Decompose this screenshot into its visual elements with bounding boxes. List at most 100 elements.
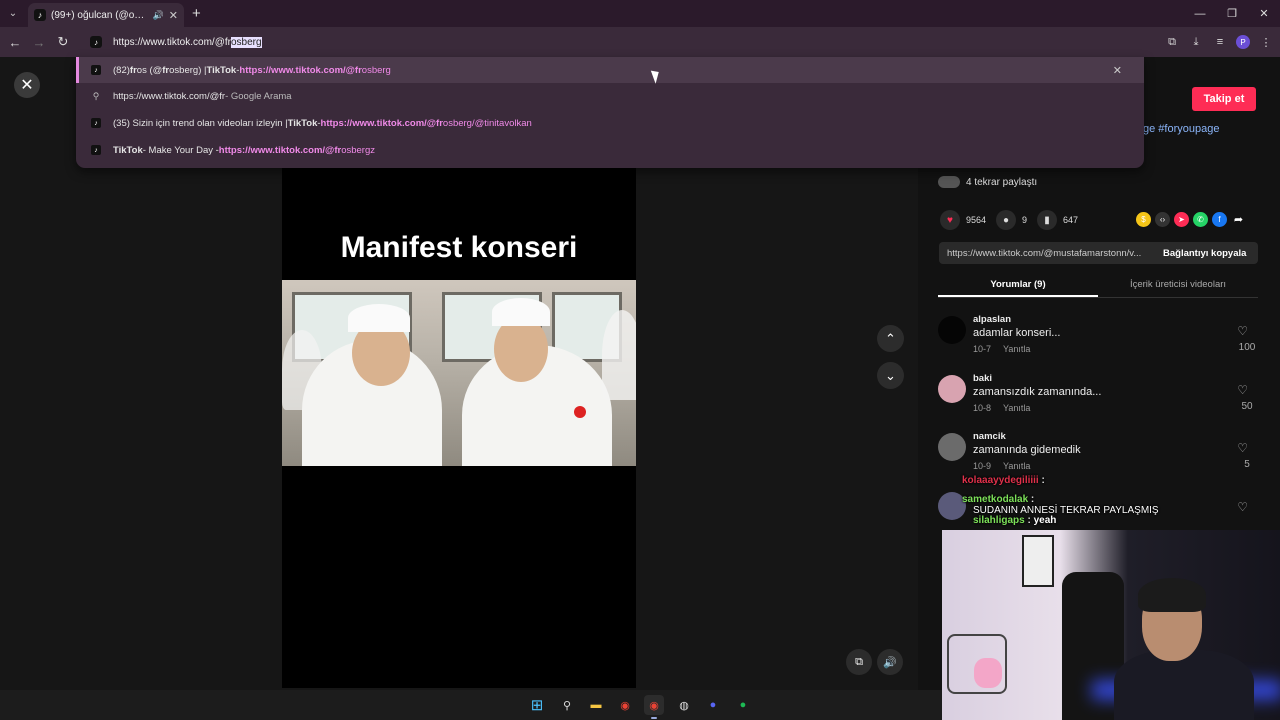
back-icon[interactable]: ← <box>3 35 27 50</box>
chat-username: silahligaps <box>973 515 1025 526</box>
suggestion-item[interactable]: ♪ (82) fr os (@ fr osberg) | TikTok - https… <box>76 57 1144 83</box>
floating-player-icon[interactable]: ⧉ <box>846 649 872 675</box>
comment-count: 9 <box>1022 215 1028 225</box>
share-arrow-icon[interactable]: ➦ <box>1231 212 1246 227</box>
copy-link-button[interactable]: Bağlantıyı kopyala <box>1163 248 1246 259</box>
coin-icon[interactable]: $ <box>1136 212 1151 227</box>
repost-avatars <box>938 176 960 188</box>
close-tab-icon[interactable]: ✕ <box>169 9 178 22</box>
video-link-url: https://www.tiktok.com/@mustafamarstonn/… <box>947 247 1142 259</box>
save-button[interactable]: ▮ 647 <box>1037 210 1078 230</box>
webcam-overlay-image <box>942 530 1280 720</box>
heart-outline-icon[interactable]: ♡ <box>1237 324 1248 338</box>
comment-meta: 10-7 Yanıtla <box>973 344 1030 354</box>
toolbar-actions: ⧉ ⤓ ≡ P ⋮ <box>1164 27 1274 57</box>
reply-button[interactable]: Yanıtla <box>1003 344 1030 354</box>
chat-username: sametkodalak <box>962 494 1029 505</box>
comment-date: 10-9 <box>973 461 992 471</box>
heart-outline-icon[interactable]: ♡ <box>1237 500 1248 514</box>
send-icon[interactable]: ➤ <box>1174 212 1189 227</box>
video-caption-title: Manifest konseri <box>340 231 578 264</box>
spotify-icon[interactable]: ● <box>733 695 753 715</box>
comment-username[interactable]: alpaslan <box>973 314 1011 325</box>
suggestion-item[interactable]: ♪ (35) Sizin için trend olan videoları i… <box>76 110 1144 136</box>
reposts-text: 4 tekrar paylaştı <box>966 176 1038 188</box>
volume-icon[interactable]: 🔊 <box>877 649 903 675</box>
comment-text: adamlar konseri... <box>973 327 1061 339</box>
reply-button[interactable]: Yanıtla <box>1003 403 1030 413</box>
flag-badge <box>574 406 586 418</box>
forward-icon[interactable]: → <box>27 35 51 50</box>
browser-tab[interactable]: ♪ (99+) oğulcan (@ogulfiratt) 🔊 ✕ <box>28 3 184 27</box>
file-explorer-icon[interactable]: ▬ <box>586 695 606 715</box>
share-icons: $ ‹› ➤ ✆ f ➦ <box>1136 212 1246 227</box>
tab-comments[interactable]: Yorumlar (9) <box>938 274 1098 297</box>
remove-suggestion-icon[interactable]: ✕ <box>1113 64 1122 77</box>
chrome-active-icon[interactable]: ◉ <box>644 695 664 719</box>
address-selection: osberg <box>230 36 262 48</box>
comment-button[interactable]: ● 9 <box>996 210 1027 230</box>
extensions-icon[interactable]: ⧉ <box>1164 36 1180 49</box>
address-bar[interactable]: ♪ https://www.tiktok.com/@frosberg <box>80 28 1144 56</box>
comment-date: 10-7 <box>973 344 992 354</box>
heart-outline-icon[interactable]: ♡ <box>1237 441 1248 455</box>
comment-meta: 10-8 Yanıtla <box>973 403 1030 413</box>
stream-chat-line: silahligaps : yeah <box>973 515 1057 526</box>
new-tab-button[interactable]: + <box>192 5 201 22</box>
suggestion-item[interactable]: ⚲ https://www.tiktok.com/@fr - Google Ar… <box>76 83 1144 109</box>
minimize-icon[interactable]: — <box>1184 0 1216 27</box>
speaker-icon[interactable]: 🔊 <box>153 10 164 21</box>
embed-icon[interactable]: ‹› <box>1155 212 1170 227</box>
reload-icon[interactable]: ↻ <box>51 34 75 50</box>
facebook-icon[interactable]: f <box>1212 212 1227 227</box>
menu-icon[interactable]: ⋮ <box>1258 36 1274 49</box>
reply-button[interactable]: Yanıtla <box>1003 461 1030 471</box>
comment-date: 10-8 <box>973 403 992 413</box>
close-window-icon[interactable]: ✕ <box>1248 0 1280 27</box>
stream-chat-line: sametkodalak : <box>962 494 1035 505</box>
address-input[interactable]: https://www.tiktok.com/@frosberg <box>113 36 262 48</box>
follow-button[interactable]: Takip et <box>1192 87 1256 111</box>
profile-avatar-icon[interactable]: P <box>1236 35 1250 49</box>
avatar[interactable] <box>938 316 966 344</box>
video-link-box: https://www.tiktok.com/@mustafamarstonn/… <box>939 242 1258 264</box>
windows-start-icon[interactable]: ⊞ <box>527 695 547 715</box>
reposts-row[interactable]: 4 tekrar paylaştı <box>938 173 1037 191</box>
tab-creator-videos[interactable]: İçerik üreticisi videoları <box>1098 274 1258 297</box>
restore-icon[interactable]: ❐ <box>1216 0 1248 27</box>
comment-like-count: 100 <box>1238 342 1256 353</box>
close-video-button[interactable]: ✕ <box>14 72 40 98</box>
search-icon: ⚲ <box>92 90 100 101</box>
video-frame-image <box>282 280 636 466</box>
windows-taskbar: ⊞ ⚲ ▬ ◉ ◉ ◍ ● ● <box>0 690 942 720</box>
comment-meta: 10-9 Yanıtla <box>973 461 1030 471</box>
avatar[interactable] <box>938 375 966 403</box>
comment-icon: ● <box>996 210 1017 230</box>
like-count: 9564 <box>966 215 987 225</box>
suggestion-item[interactable]: ♪ TikTok - Make Your Day - https://www.t… <box>76 137 1144 163</box>
engagement-stats: ♥ 9564 ● 9 ▮ 647 <box>940 210 1088 230</box>
whatsapp-icon[interactable]: ✆ <box>1193 212 1208 227</box>
comment-username[interactable]: namcik <box>973 431 1006 442</box>
discord-icon[interactable]: ● <box>703 695 723 715</box>
screen: ⌄ ♪ (99+) oğulcan (@ogulfiratt) 🔊 ✕ + — … <box>0 0 1280 720</box>
next-video-button[interactable]: ⌄ <box>877 362 904 389</box>
app-icon[interactable]: ◍ <box>674 695 694 715</box>
plush-toy <box>974 658 1002 688</box>
search-icon[interactable]: ⚲ <box>557 695 577 715</box>
comment-item: baki zamansızdık zamanında... 10-8 Yanıtl… <box>938 373 1260 425</box>
download-icon[interactable]: ⤓ <box>1188 36 1204 49</box>
chrome-icon[interactable]: ◉ <box>615 695 635 715</box>
media-control-icon[interactable]: ≡ <box>1212 36 1228 48</box>
bookmark-icon: ▮ <box>1037 210 1058 230</box>
heart-icon: ♥ <box>940 210 960 230</box>
hashtag-link[interactable]: ge #foryoupage <box>1143 123 1219 135</box>
comment-text: zamansızdık zamanında... <box>973 386 1102 398</box>
tab-search-chevron-icon[interactable]: ⌄ <box>0 0 26 27</box>
comment-username[interactable]: baki <box>973 373 992 384</box>
avatar[interactable] <box>938 433 966 461</box>
previous-video-button[interactable]: ⌃ <box>877 325 904 352</box>
like-button[interactable]: ♥ 9564 <box>940 210 986 230</box>
person-hair <box>1138 578 1206 612</box>
heart-outline-icon[interactable]: ♡ <box>1237 383 1248 397</box>
